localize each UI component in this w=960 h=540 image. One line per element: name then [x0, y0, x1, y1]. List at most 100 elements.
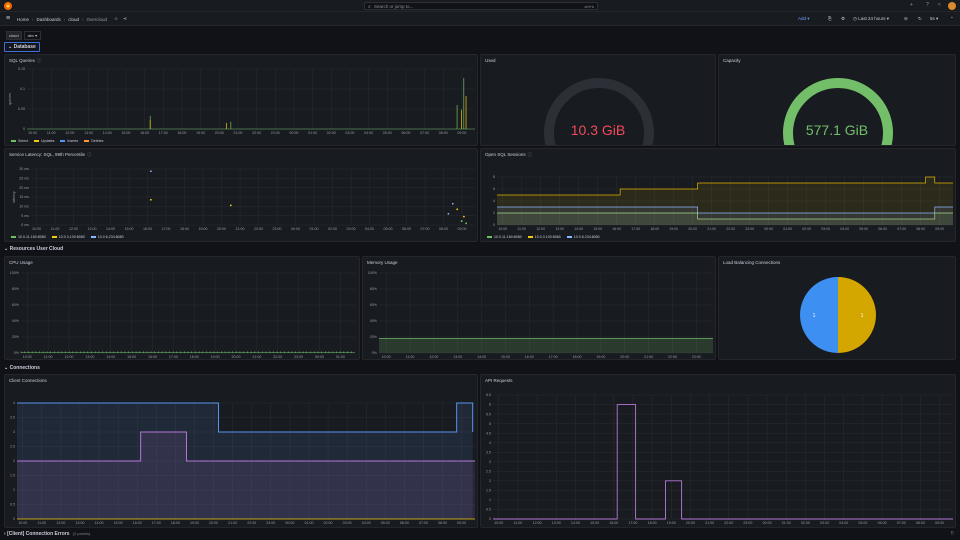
breadcrumb: Home › Dashboards › cloud › Overcloud ☆ … [17, 16, 127, 22]
x-tick-label: 11:00 [517, 227, 526, 231]
search-input[interactable]: ⌕ Search or jump to... ctrl+k [364, 2, 598, 10]
x-tick-label: 20:00 [209, 521, 218, 525]
time-picker[interactable]: ◷ Last 24 hours ▾ [853, 15, 889, 23]
x-tick-label: 19:00 [667, 521, 676, 525]
variable-label: cloud [6, 31, 22, 40]
panel-used[interactable]: Used 10.3 GiB [480, 54, 716, 146]
share-icon[interactable]: ⋖ [123, 16, 127, 22]
x-tick-label: 02:00 [324, 521, 333, 525]
x-tick-label: 10:00 [18, 521, 27, 525]
add-button[interactable]: Add ▾ [798, 15, 810, 23]
panel-load-balancing[interactable]: Load Balancing Connections 11 [718, 256, 956, 360]
data-point [229, 204, 232, 207]
panel-memory[interactable]: Memory Usage 100% 80% 60% 40% 20% 0% 10:00 11:0… [362, 256, 716, 360]
x-tick-label: 23:00 [266, 521, 275, 525]
x-tick-label: 21:00 [644, 355, 653, 359]
x-tick-label: 18:00 [171, 521, 180, 525]
x-tick-label: 03:00 [347, 227, 356, 231]
legend-label: 10.0.6.234:8080 [573, 235, 600, 239]
pie-label: 1 [861, 313, 864, 319]
legend-item[interactable]: Updates [34, 139, 54, 143]
legend-item[interactable]: 10.0.6.234:8080 [566, 235, 600, 239]
y-tick-label: 3 [13, 430, 15, 434]
collapse-icon[interactable]: ⌃ [950, 15, 954, 23]
x-tick-label: 14:00 [477, 355, 486, 359]
x-tick-label: 17:00 [628, 521, 637, 525]
grafana-logo-icon[interactable] [4, 2, 12, 10]
settings-gear-icon[interactable]: ⚙ [841, 15, 845, 23]
x-tick-label: 01:00 [304, 521, 313, 525]
y-tick-label: 5.5 [486, 412, 491, 416]
x-tick-label: 08:00 [439, 227, 448, 231]
breadcrumb-folder[interactable]: cloud [68, 17, 79, 22]
legend-item[interactable]: 10.0.11.160:8080 [11, 235, 46, 239]
y-tick-label: 2 [493, 211, 495, 215]
variable-select[interactable]: dev ▾ [23, 31, 42, 40]
legend-swatch [51, 236, 57, 238]
news-icon[interactable]: ≈ [938, 2, 941, 8]
y-tick-label: 5 [489, 422, 491, 426]
x-tick-label: 23:00 [273, 227, 282, 231]
panel-cpu[interactable]: CPU Usage 100% 80% 60% 40% 20% 0% 10:00 11:00 12… [4, 256, 360, 360]
time-range-label: Last 24 hours [858, 16, 886, 21]
x-tick-label: 17:00 [631, 227, 640, 231]
x-tick-label: 12:00 [533, 521, 542, 525]
panel-sql-queries[interactable]: SQL Queries ⓘ 0.15 0.1 0.05 0 10:00 11:00 12:00… [4, 54, 478, 146]
breadcrumb-dashboards[interactable]: Dashboards [37, 17, 61, 22]
y-tick-label: 60% [370, 303, 378, 307]
panel-capacity[interactable]: Capacity 577.1 GiB [718, 54, 956, 146]
legend-item[interactable]: Inserts [60, 139, 78, 143]
star-icon[interactable]: ☆ [114, 16, 118, 22]
data-point [456, 208, 459, 211]
x-tick-label: 09:00 [457, 521, 466, 525]
x-tick-label: 13:00 [453, 355, 462, 359]
row-connections-title: Connections [9, 365, 40, 371]
search-shortcut: ctrl+k [584, 4, 594, 9]
x-tick-label: 23:00 [743, 521, 752, 525]
row-database[interactable]: ⌄ Database [4, 42, 40, 52]
panel-client-connections[interactable]: Client Connections 4 3.5 3 2.5 2 1.5 1 0.5 0 10:0… [4, 374, 478, 528]
x-tick-label: 00:00 [763, 521, 772, 525]
breadcrumb-home[interactable]: Home [17, 17, 29, 22]
row-resources[interactable]: ⌄ Resources User Cloud [4, 246, 63, 252]
x-tick-label: 00:00 [291, 227, 300, 231]
legend-label: Inserts [67, 139, 79, 143]
legend-item[interactable]: Select [11, 139, 28, 143]
legend-label: 10.0.3.100:8080 [58, 235, 85, 239]
legend-item[interactable]: 10.0.6.234:8080 [90, 235, 124, 239]
legend-item[interactable]: 10.0.3.100:8080 [527, 235, 561, 239]
refresh-icon[interactable]: ↻ [918, 15, 922, 23]
zoom-out-icon[interactable]: ⊖ [904, 15, 908, 23]
y-tick-label: 25 ms [19, 177, 29, 181]
drag-handle-icon[interactable]: ⠿ [950, 531, 954, 537]
x-tick-label: 23:00 [294, 355, 303, 359]
row-connections[interactable]: ⌄ Connections [4, 365, 40, 371]
legend-item[interactable]: Deletes [84, 139, 103, 143]
x-tick-label: 18:00 [180, 227, 189, 231]
row-connection-errors[interactable]: › [Client] Connection Errors (2 panels) [4, 531, 90, 537]
x-tick-label: 20:00 [215, 131, 224, 135]
data-point [451, 202, 454, 205]
save-icon[interactable]: ⎘ [828, 15, 832, 23]
panel-open-sessions[interactable]: Open SQL Sessions ⓘ 8 6 4 2 0 10:00 11:00 12:00 1… [480, 148, 956, 242]
breadcrumb-separator-icon: › [32, 16, 34, 22]
avatar[interactable] [948, 2, 956, 10]
panel-latency[interactable]: Service Latency: SQL, 99th Percentile ⓘ 3… [4, 148, 478, 242]
data-point [460, 220, 463, 222]
x-tick-label: 00:00 [285, 521, 294, 525]
x-tick-label: 21:00 [236, 227, 245, 231]
refresh-interval-picker[interactable]: 5s ▾ [930, 15, 938, 23]
y-tick-label: 20% [370, 335, 378, 339]
panel-api-requests[interactable]: API Requests 6.5 6 5.5 5 4.5 4 3.5 3 2.5 2 1.5 1 0.5… [480, 374, 956, 528]
legend-item[interactable]: 10.0.3.100:8080 [51, 235, 85, 239]
help-icon[interactable]: ? [926, 2, 929, 8]
plus-icon[interactable]: + [910, 2, 913, 8]
data-point [447, 212, 450, 215]
x-tick-label: 10:00 [498, 227, 507, 231]
x-tick-label: 17:00 [162, 227, 171, 231]
x-tick-label: 00:00 [315, 355, 324, 359]
x-tick-label: 20:00 [232, 355, 241, 359]
menu-icon[interactable]: ≡ [6, 15, 10, 22]
y-tick-label: 5 ms [21, 214, 29, 218]
legend-item[interactable]: 10.0.11.160:8080 [487, 235, 522, 239]
